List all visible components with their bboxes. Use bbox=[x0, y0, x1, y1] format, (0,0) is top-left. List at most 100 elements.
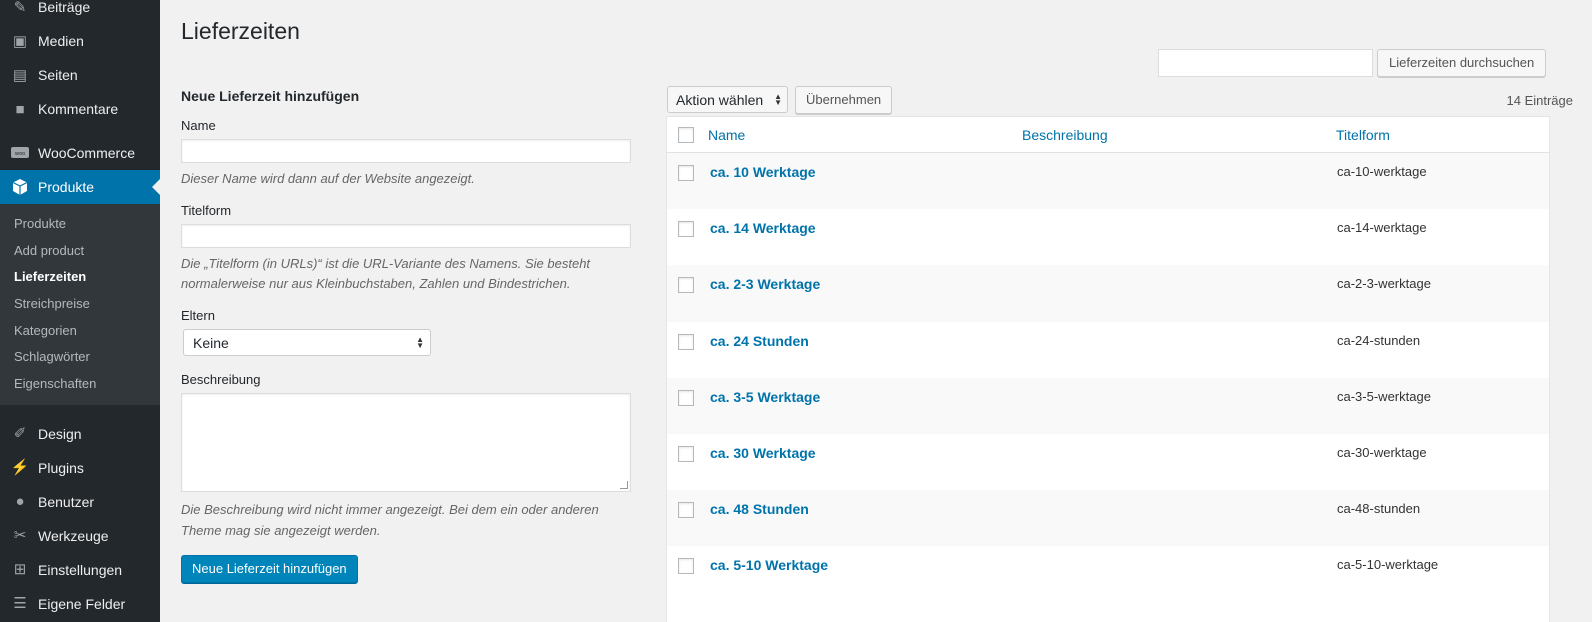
menu-label: Design bbox=[38, 425, 82, 442]
select-all-checkbox[interactable] bbox=[678, 127, 694, 143]
term-name-link[interactable]: ca. 24 Stunden bbox=[710, 333, 809, 349]
column-header-name[interactable]: Name bbox=[708, 127, 745, 143]
term-name-link[interactable]: ca. 30 Werktage bbox=[710, 445, 816, 461]
term-name-link[interactable]: ca. 10 Werktage bbox=[710, 164, 816, 180]
row-checkbox[interactable] bbox=[678, 445, 694, 462]
pin-icon: ✎ bbox=[13, 0, 27, 16]
slug-description: Die „Titelform (in URLs)“ ist die URL-Va… bbox=[181, 256, 591, 292]
menu-item-beitraege[interactable]: ✎ Beiträge bbox=[0, 0, 160, 24]
table-row: ca. 14 Werktage ca-14-werktage bbox=[667, 209, 1549, 265]
description-textarea[interactable] bbox=[181, 393, 631, 493]
slug-input[interactable] bbox=[181, 224, 631, 249]
table-row: ca. 24 Stunden ca-24-stunden bbox=[667, 322, 1549, 378]
row-checkbox[interactable] bbox=[678, 558, 694, 575]
main-content: Lieferzeiten Neue Lieferzeit hinzufügen … bbox=[160, 0, 1592, 622]
add-term-button[interactable]: Neue Lieferzeit hinzufügen bbox=[181, 554, 358, 583]
term-slug: ca-48-stunden bbox=[1337, 501, 1421, 517]
submenu-item-add-product[interactable]: Add product bbox=[0, 238, 160, 265]
bulk-action-selected: Aktion wählen bbox=[676, 91, 764, 108]
parent-label: Eltern bbox=[181, 308, 215, 324]
menu-item-werkzeuge[interactable]: ✂ Werkzeuge bbox=[0, 519, 160, 553]
term-name-link[interactable]: ca. 3-5 Werktage bbox=[710, 389, 820, 405]
submenu-item-eigenschaften[interactable]: Eigenschaften bbox=[0, 371, 160, 398]
parent-select[interactable]: Keine ▲ ▼ bbox=[183, 329, 431, 357]
term-name-link[interactable]: ca. 14 Werktage bbox=[710, 220, 816, 236]
table-row: ca. 3-5 Werktage ca-3-5-werktage bbox=[667, 377, 1549, 434]
items-count: 14 Einträge bbox=[1506, 93, 1574, 108]
search-input[interactable] bbox=[1158, 49, 1373, 77]
row-checkbox[interactable] bbox=[678, 389, 694, 406]
menu-label: WooCommerce bbox=[38, 145, 135, 161]
name-input[interactable] bbox=[181, 139, 631, 163]
wrench-icon: ✂ bbox=[13, 527, 27, 545]
menu-item-plugins[interactable]: ⚡ Plugins bbox=[0, 451, 160, 485]
table-row: ca. 2-3 Werktage ca-2-3-werktage bbox=[667, 265, 1549, 322]
table-row: ca. 10 Werktage ca-10-werktage bbox=[667, 153, 1549, 210]
submenu-item-schlagwoerter[interactable]: Schlagwörter bbox=[0, 344, 160, 371]
submenu-item-kategorien[interactable]: Kategorien bbox=[0, 318, 160, 345]
menu-item-medien[interactable]: ▣ Medien bbox=[0, 24, 160, 58]
table-row: ca. 30 Werktage ca-30-werktage bbox=[667, 434, 1549, 490]
term-name-link[interactable]: ca. 48 Stunden bbox=[710, 501, 809, 517]
terms-table: Name Beschreibung Titelform ca. 10 Werkt… bbox=[666, 116, 1550, 622]
media-icon: ▣ bbox=[12, 32, 28, 50]
slug-label: Titelform bbox=[181, 203, 232, 219]
menu-item-seiten[interactable]: ▤ Seiten bbox=[0, 58, 160, 92]
menu-label: Plugins bbox=[38, 459, 84, 476]
table-row: ca. 5-10 Werktage ca-5-10-werktage bbox=[667, 546, 1549, 602]
brush-icon: ✐ bbox=[13, 425, 27, 443]
search-button[interactable]: Lieferzeiten durchsuchen bbox=[1377, 49, 1547, 77]
submenu-item-streichpreise[interactable]: Streichpreise bbox=[0, 291, 160, 318]
menu-item-einstellungen[interactable]: ⊞ Einstellungen bbox=[0, 553, 160, 587]
admin-sidebar: ✎ Beiträge ▣ Medien ▤ Seiten ■ Kommentar… bbox=[0, 0, 160, 622]
menu-label: Einstellungen bbox=[38, 561, 123, 578]
term-slug: ca-30-werktage bbox=[1337, 444, 1427, 460]
woo-icon: woo bbox=[10, 143, 30, 163]
name-description: Dieser Name wird dann auf der Website an… bbox=[181, 171, 475, 186]
settings-icon: ⊞ bbox=[13, 561, 27, 579]
menu-item-benutzer[interactable]: ● Benutzer bbox=[0, 485, 160, 519]
produkte-submenu: Produkte Add product Lieferzeiten Streic… bbox=[0, 204, 160, 405]
column-header-slug[interactable]: Titelform bbox=[1336, 127, 1390, 143]
menu-item-eigene-felder[interactable]: ☰ Eigene Felder bbox=[0, 587, 160, 621]
table-header: Name Beschreibung Titelform bbox=[667, 117, 1549, 153]
menu-item-woocommerce[interactable]: woo WooCommerce bbox=[0, 136, 160, 170]
term-slug: ca-5-10-werktage bbox=[1337, 557, 1439, 573]
row-checkbox[interactable] bbox=[678, 221, 694, 238]
row-checkbox[interactable] bbox=[678, 165, 694, 181]
select-arrows-icon: ▲ ▼ bbox=[774, 91, 782, 107]
menu-item-produkte[interactable]: Produkte bbox=[0, 170, 160, 204]
term-slug: ca-2-3-werktage bbox=[1337, 276, 1431, 292]
term-name-link[interactable]: ca. 2-3 Werktage bbox=[710, 276, 820, 292]
description-help: Die Beschreibung wird nicht immer angeze… bbox=[181, 502, 599, 538]
term-slug: ca-10-werktage bbox=[1337, 164, 1427, 179]
page-title: Lieferzeiten bbox=[181, 18, 300, 44]
box-icon bbox=[10, 177, 30, 197]
parent-selected-value: Keine bbox=[193, 334, 229, 351]
form-heading: Neue Lieferzeit hinzufügen bbox=[181, 88, 360, 104]
table-row: ca. 48 Stunden ca-48-stunden bbox=[667, 490, 1549, 547]
submenu-item-produkte[interactable]: Produkte bbox=[0, 211, 160, 238]
menu-label: Produkte bbox=[38, 179, 95, 195]
table-body: ca. 10 Werktage ca-10-werktage ca. 14 We… bbox=[667, 153, 1549, 603]
add-term-form: Neue Lieferzeit hinzufügen Name Dieser N… bbox=[181, 88, 631, 583]
name-label: Name bbox=[181, 118, 216, 133]
column-header-description[interactable]: Beschreibung bbox=[1022, 127, 1108, 143]
menu-item-design[interactable]: ✐ Design bbox=[0, 417, 160, 451]
row-checkbox[interactable] bbox=[678, 277, 694, 294]
menu-label: Werkzeuge bbox=[38, 527, 109, 544]
bulk-action-select[interactable]: Aktion wählen ▲ ▼ bbox=[667, 86, 788, 113]
term-slug: ca-24-stunden bbox=[1337, 332, 1421, 348]
apply-button[interactable]: Übernehmen bbox=[795, 86, 893, 114]
fields-icon: ☰ bbox=[13, 595, 27, 613]
menu-label: Kommentare bbox=[38, 101, 119, 117]
menu-item-kommentare[interactable]: ■ Kommentare bbox=[0, 92, 160, 126]
svg-text:woo: woo bbox=[15, 151, 25, 157]
plugin-icon: ⚡ bbox=[10, 459, 30, 477]
pages-icon: ▤ bbox=[12, 66, 28, 84]
term-name-link[interactable]: ca. 5-10 Werktage bbox=[710, 557, 828, 573]
term-slug: ca-3-5-werktage bbox=[1337, 388, 1431, 404]
row-checkbox[interactable] bbox=[678, 502, 694, 519]
submenu-item-lieferzeiten[interactable]: Lieferzeiten bbox=[0, 264, 160, 291]
row-checkbox[interactable] bbox=[678, 333, 694, 350]
